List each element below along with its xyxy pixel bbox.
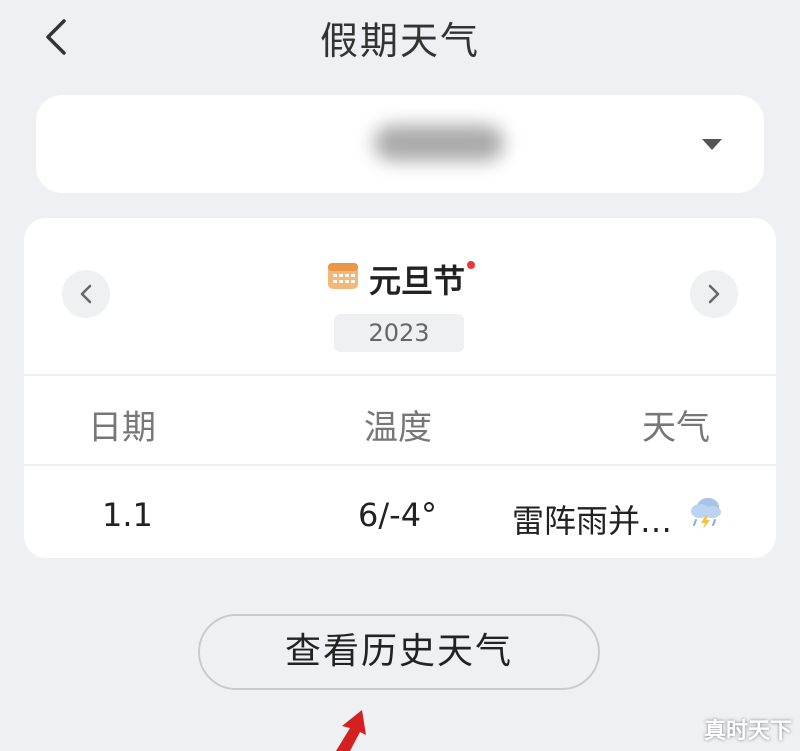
- column-header-temperature: 温度: [364, 408, 432, 448]
- holiday-name: 元旦节: [368, 262, 465, 300]
- row-weather: 雷阵雨并…: [512, 502, 673, 540]
- holiday-card: 元旦节 2023 日期 温度 天气 1.1 6/-4° 雷阵雨并…: [24, 218, 776, 558]
- divider: [24, 374, 776, 376]
- column-header-weather: 天气: [642, 408, 710, 448]
- holiday-title-row: 元旦节: [24, 256, 776, 302]
- calendar-icon: [327, 260, 359, 298]
- red-arrow-annotation: [336, 710, 366, 751]
- row-date: 1.1: [102, 496, 153, 534]
- city-selector[interactable]: [36, 95, 764, 193]
- next-holiday-button[interactable]: [690, 270, 738, 318]
- thunderstorm-icon: [688, 494, 724, 534]
- year-badge: 2023: [334, 314, 464, 352]
- row-temperature: 6/-4°: [358, 496, 438, 534]
- column-header-date: 日期: [88, 408, 156, 448]
- chevron-right-icon: [708, 284, 720, 304]
- watermark: 真时天下: [703, 719, 792, 744]
- view-history-weather-button[interactable]: 查看历史天气: [198, 614, 600, 690]
- city-name-blurred: [374, 125, 504, 161]
- divider: [24, 464, 776, 466]
- header: 假期天气: [0, 0, 800, 80]
- page-title: 假期天气: [319, 19, 480, 63]
- notification-dot: [467, 261, 475, 269]
- dropdown-arrow-icon: [702, 139, 722, 150]
